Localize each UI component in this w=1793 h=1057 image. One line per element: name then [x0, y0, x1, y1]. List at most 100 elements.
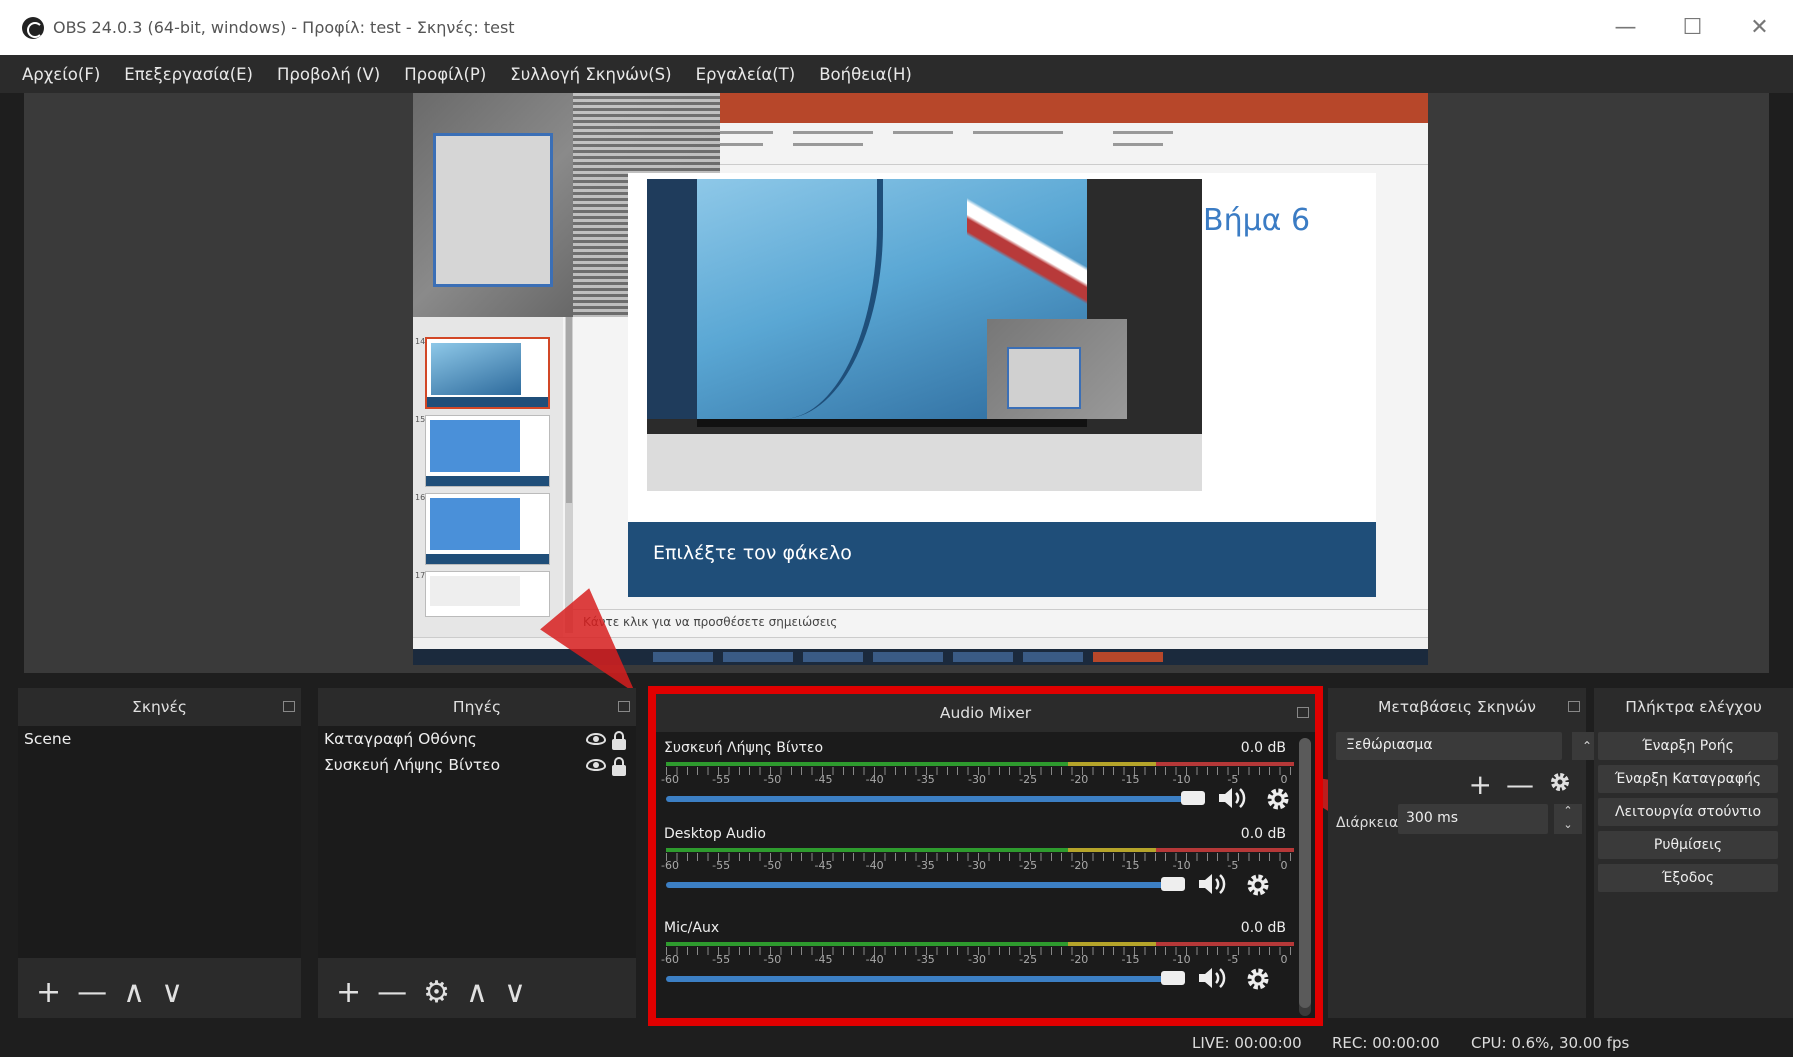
tick-label: 0 [1280, 773, 1288, 786]
scenes-dock: Σκηνές Scene + — ∧ ∨ [18, 688, 301, 1018]
tick-label: -40 [865, 953, 884, 966]
tick-label: 0 [1280, 953, 1288, 966]
speaker-mute-icon[interactable] [1197, 966, 1229, 990]
status-bar: LIVE: 00:00:00 REC: 00:00:00 CPU: 0.6%, … [0, 1030, 1793, 1057]
tick-label: -30 [968, 773, 986, 786]
controls-dock: Πλήκτρα ελέγχου Έναρξη Ροής Έναρξη Καταγ… [1594, 688, 1793, 1018]
add-transition-button[interactable]: + [1469, 768, 1492, 801]
list-item[interactable]: Συσκευή Λήψης Βίντεο [318, 752, 636, 778]
sources-list[interactable]: Καταγραφή Οθόνης Συσκευή Λήψης Βίντεο [318, 726, 636, 958]
scenes-list[interactable]: Scene [18, 726, 301, 958]
list-item[interactable]: Καταγραφή Οθόνης [318, 726, 636, 752]
minimize-button[interactable]: — [1592, 0, 1659, 55]
tick-label: -60 [661, 859, 679, 872]
maximize-button[interactable]: ☐ [1659, 0, 1726, 55]
dock-float-icon[interactable] [1568, 701, 1580, 712]
menu-profile[interactable]: Προφίλ(P) [404, 65, 486, 84]
tick-label: -55 [712, 859, 731, 872]
transition-properties-gear-icon[interactable] [1548, 768, 1572, 801]
tick-label: -50 [763, 773, 782, 786]
menu-view[interactable]: Προβολή (V) [277, 65, 380, 84]
slide: Βήμα 6 Επιλέξτε τον φάκελο [628, 173, 1376, 597]
visibility-eye-icon[interactable] [586, 759, 606, 771]
move-down-button[interactable]: ∨ [504, 978, 526, 1008]
dock-float-icon[interactable] [1297, 707, 1309, 718]
duration-label: Διάρκεια [1336, 815, 1399, 831]
menu-file[interactable]: Αρχείο(F) [22, 65, 100, 84]
menu-tools[interactable]: Εργαλεία(T) [696, 65, 796, 84]
add-scene-button[interactable]: + [36, 978, 61, 1008]
mixer-channel: Desktop Audio 0.0 dB -60 -55 -50 -45 -40 -35 -30… [661, 826, 1294, 906]
tick-label: -50 [763, 859, 782, 872]
remove-transition-button[interactable]: — [1506, 768, 1534, 801]
menu-help[interactable]: Βοήθεια(H) [819, 65, 912, 84]
channel-db: 0.0 dB [1240, 920, 1286, 936]
tick-label: -60 [661, 953, 679, 966]
tick-label: -50 [763, 953, 782, 966]
channel-settings-gear-icon[interactable] [1265, 786, 1291, 812]
sources-dock-header: Πηγές [318, 688, 636, 726]
slide-screenshot [647, 179, 1202, 491]
volume-slider-handle[interactable] [1161, 877, 1185, 891]
tick-label: -35 [916, 859, 935, 872]
sources-dock: Πηγές Καταγραφή Οθόνης Συσκευή Λήψης Βίν… [318, 688, 636, 1018]
speaker-mute-icon[interactable] [1217, 786, 1249, 810]
tick-label: -40 [865, 859, 884, 872]
channel-settings-gear-icon[interactable] [1245, 872, 1271, 898]
settings-button[interactable]: Ρυθμίσεις [1598, 831, 1778, 859]
channel-db: 0.0 dB [1240, 740, 1286, 756]
slide-thumb [425, 571, 550, 617]
remove-scene-button[interactable]: — [77, 978, 107, 1008]
duration-spinner[interactable]: ⌃ ⌄ [1554, 804, 1582, 834]
meter-tick-labels: -60 -55 -50 -45 -40 -35 -30 -25 -20 -15 -10 -5 0 [661, 859, 1304, 873]
controls-dock-header: Πλήκτρα ελέγχου [1594, 688, 1793, 726]
tick-label: -45 [814, 773, 833, 786]
dock-float-icon[interactable] [283, 701, 295, 712]
volume-meter [666, 762, 1294, 766]
exit-button[interactable]: Έξοδος [1598, 864, 1778, 892]
scenes-title: Σκηνές [132, 698, 187, 716]
list-item[interactable]: Scene [18, 726, 301, 752]
transition-select[interactable]: Ξεθώριασμα ⌃ [1336, 732, 1602, 760]
lock-icon[interactable] [612, 757, 626, 776]
start-recording-button[interactable]: Έναρξη Καταγραφής [1598, 765, 1778, 793]
tick-label: -5 [1227, 953, 1239, 966]
tick-label: -20 [1070, 859, 1089, 872]
volume-fader[interactable] [666, 796, 1191, 802]
menu-edit[interactable]: Επεξεργασία(E) [124, 65, 253, 84]
lock-icon[interactable] [612, 731, 626, 750]
volume-fader[interactable] [666, 882, 1171, 888]
tick-label: -60 [661, 773, 679, 786]
tick-label: -10 [1172, 773, 1191, 786]
move-up-button[interactable]: ∧ [123, 978, 145, 1008]
volume-fader[interactable] [666, 976, 1171, 982]
duration-input[interactable]: 300 ms [1398, 804, 1548, 834]
speaker-mute-icon[interactable] [1197, 872, 1229, 896]
studio-mode-button[interactable]: Λειτουργία στούντιο [1598, 798, 1778, 826]
rec-timer: REC: 00:00:00 [1332, 1034, 1440, 1052]
channel-settings-gear-icon[interactable] [1245, 966, 1271, 992]
tick-label: -55 [712, 953, 731, 966]
channel-name: Mic/Aux [664, 920, 720, 936]
preview-capture: 14 15 16 17 Βήμα 6 Επιλέξτε τον φάκελο Κ… [413, 93, 1428, 665]
visibility-eye-icon[interactable] [586, 733, 606, 745]
channel-name: Συσκευή Λήψης Βίντεο [664, 740, 824, 756]
volume-slider-handle[interactable] [1181, 791, 1205, 805]
start-streaming-button[interactable]: Έναρξη Ροής [1598, 732, 1778, 760]
source-properties-gear-icon[interactable]: ⚙ [423, 978, 450, 1008]
tick-label: -25 [1019, 859, 1038, 872]
menu-scene-collection[interactable]: Συλλογή Σκηνών(S) [510, 65, 671, 84]
title-bar: OBS 24.0.3 (64-bit, windows) - Προφίλ: t… [0, 0, 1793, 55]
transitions-title: Μεταβάσεις Σκηνών [1378, 698, 1536, 716]
close-button[interactable]: ✕ [1726, 0, 1793, 55]
tick-label: -15 [1121, 859, 1140, 872]
channel-db: 0.0 dB [1240, 826, 1286, 842]
volume-slider-handle[interactable] [1161, 971, 1185, 985]
move-down-button[interactable]: ∨ [161, 978, 183, 1008]
tick-label: -25 [1019, 773, 1038, 786]
remove-source-button[interactable]: — [377, 978, 407, 1008]
add-source-button[interactable]: + [336, 978, 361, 1008]
mixer-title: Audio Mixer [939, 704, 1032, 722]
move-up-button[interactable]: ∧ [466, 978, 488, 1008]
dock-float-icon[interactable] [618, 701, 630, 712]
